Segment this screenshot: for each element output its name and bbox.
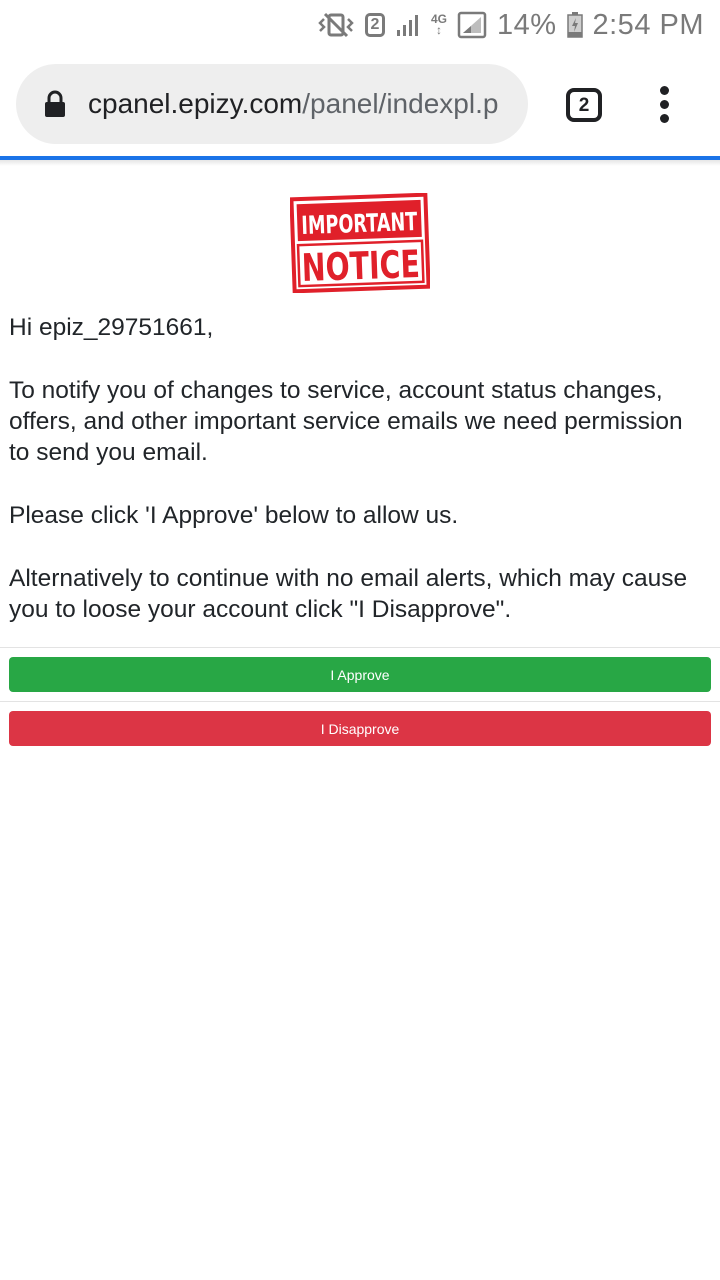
- battery-percent: 14%: [496, 8, 557, 41]
- logo-text-important: IMPORTANT: [301, 207, 418, 240]
- clock: 2:54 PM: [592, 8, 704, 41]
- disapprove-instruction: Alternatively to continue with no email …: [9, 565, 688, 623]
- overflow-menu-icon[interactable]: [650, 86, 678, 126]
- url-path: /panel/indexpl.p: [302, 88, 499, 119]
- toolbar-shadow: [0, 160, 720, 166]
- divider: [0, 701, 720, 702]
- disapprove-button[interactable]: I Disapprove: [9, 711, 711, 746]
- url-text[interactable]: cpanel.epizy.com/panel/indexpl.p: [88, 64, 512, 144]
- permission-paragraph: To notify you of changes to service, acc…: [9, 377, 683, 466]
- divider: [0, 647, 720, 648]
- tab-switcher-icon[interactable]: 2: [566, 88, 602, 122]
- notice-message: Hi epiz_29751661, To notify you of chang…: [9, 312, 709, 625]
- status-bar: 2 4G ↕ 14% 2:54 PM: [0, 0, 720, 50]
- signal-icon: [395, 13, 421, 37]
- lock-icon[interactable]: [44, 90, 66, 123]
- url-host: cpanel.epizy.com: [88, 88, 303, 119]
- sim-2-icon: 2: [364, 13, 385, 37]
- address-bar[interactable]: cpanel.epizy.com/panel/indexpl.p: [16, 64, 528, 144]
- logo-text-notice: NOTICE: [301, 242, 420, 290]
- approve-button[interactable]: I Approve: [9, 657, 711, 692]
- network-4g-icon: 4G ↕: [430, 12, 447, 37]
- network-type-label: 4G: [430, 12, 447, 26]
- signal-2-icon: [457, 11, 487, 39]
- browser-toolbar: cpanel.epizy.com/panel/indexpl.p 2: [0, 50, 720, 156]
- battery-charging-icon: [566, 12, 583, 38]
- approve-instruction: Please click 'I Approve' below to allow …: [9, 502, 459, 529]
- vibrate-icon: [317, 12, 355, 38]
- greeting: Hi epiz_29751661,: [9, 314, 214, 341]
- important-notice-logo: IMPORTANT NOTICE: [290, 193, 430, 293]
